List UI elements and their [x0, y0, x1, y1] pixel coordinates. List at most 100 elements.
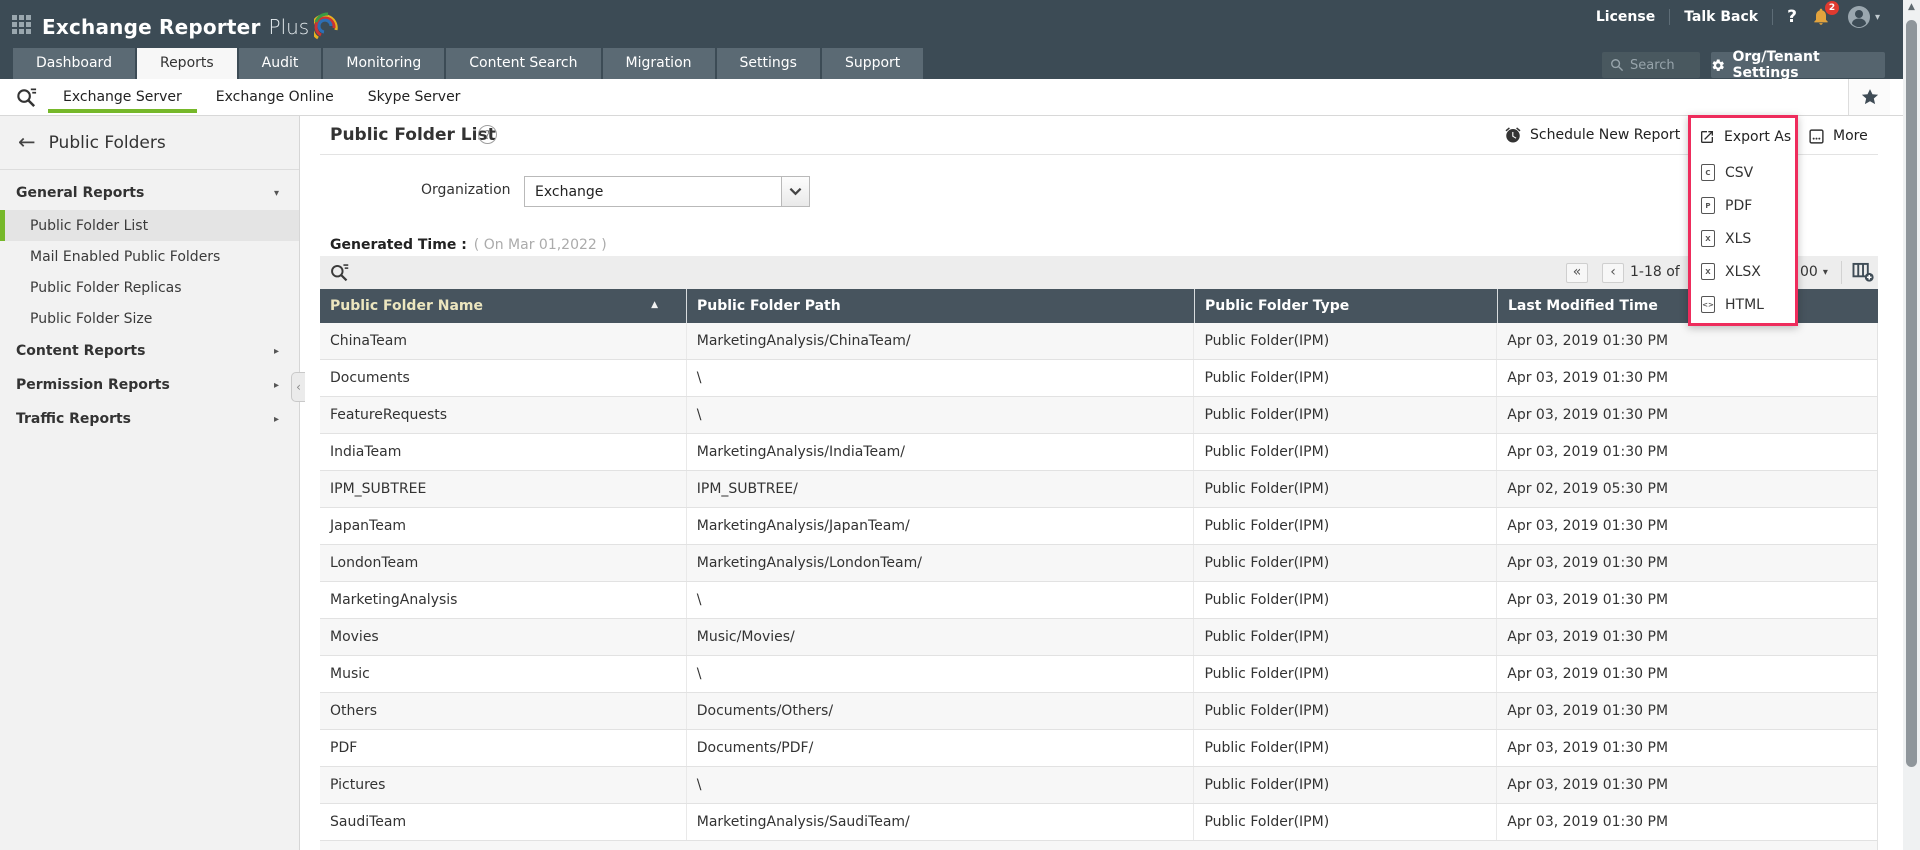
help-icon[interactable]: ?	[1787, 7, 1797, 27]
caret-right-icon: ▸	[273, 345, 279, 357]
star-icon	[1861, 89, 1878, 105]
export-option-html[interactable]: <> HTML	[1691, 288, 1795, 321]
export-option-csv[interactable]: C CSV	[1691, 156, 1795, 189]
sidebar-section-content-reports[interactable]: Content Reports ▸	[0, 334, 299, 368]
export-option-label: PDF	[1725, 197, 1753, 214]
table-cell: MarketingAnalysis/SaudiTeam/	[687, 804, 1195, 840]
table-cell: \	[687, 397, 1195, 433]
talkback-link[interactable]: Talk Back	[1684, 9, 1758, 25]
license-link[interactable]: License	[1596, 9, 1655, 25]
pagination-first-icon[interactable]: «	[1566, 263, 1588, 283]
scroll-up-icon[interactable]: ▲	[1903, 2, 1920, 12]
generated-time: Generated Time : ( On Mar 01,2022 )	[330, 237, 607, 253]
org-tenant-settings-button[interactable]: Org/Tenant Settings	[1711, 49, 1885, 81]
sidebar-section-permission-reports[interactable]: Permission Reports ▸	[0, 368, 299, 402]
add-column-icon[interactable]	[1852, 262, 1875, 283]
grid-header: Public Folder Name ▲ Public Folder Path Pub…	[320, 289, 1878, 323]
subnav-tab-skype-server[interactable]: Skype Server	[351, 79, 478, 115]
export-option-pdf[interactable]: P PDF	[1691, 189, 1795, 222]
table-cell: LondonTeam	[320, 545, 687, 581]
table-row: Pictures \ Public Folder(IPM) Apr 03, 2019 …	[320, 767, 1877, 804]
table-cell: Apr 03, 2019 01:30 PM	[1507, 518, 1669, 534]
more-button[interactable]: More	[1808, 126, 1868, 146]
table-cell: Pictures	[320, 767, 687, 803]
table-row: FeatureRequests \ Public Folder(IPM) Apr 03…	[320, 397, 1877, 434]
table-cell: IPM_SUBTREE/	[687, 471, 1195, 507]
export-as-button[interactable]: Export As	[1691, 118, 1795, 156]
pdf-file-icon: P	[1701, 197, 1715, 214]
export-option-xls[interactable]: X XLS	[1691, 222, 1795, 255]
global-search[interactable]	[1602, 52, 1700, 78]
sidebar-item-public-folder-replicas[interactable]: Public Folder Replicas	[0, 272, 299, 303]
caret-right-icon: ▸	[273, 413, 279, 425]
search-input[interactable]	[1630, 57, 1690, 73]
sidebar-collapse-handle[interactable]: ‹	[291, 372, 305, 402]
table-row: PDF Documents/PDF/Public Folder(IPM) Apr 0…	[320, 730, 1877, 767]
table-cell: Apr 03, 2019 01:30 PM	[1507, 703, 1669, 719]
table-cell: \	[687, 656, 1195, 692]
scrollbar-thumb[interactable]	[1906, 20, 1917, 767]
report-search-icon[interactable]	[15, 86, 38, 109]
table-cell: Movies	[320, 619, 687, 655]
sidebar-section-traffic-reports[interactable]: Traffic Reports ▸	[0, 402, 299, 436]
table-cell: Public Folder(IPM)	[1194, 582, 1498, 618]
tab-audit[interactable]: Audit	[238, 48, 322, 79]
sidebar-section-general-reports[interactable]: General Reports ▾	[0, 176, 299, 210]
organization-select[interactable]: Exchange	[524, 176, 810, 207]
export-icon	[1701, 131, 1713, 143]
back-arrow-icon[interactable]: ←	[18, 132, 36, 153]
user-menu[interactable]: ▾	[1847, 5, 1880, 29]
table-cell: MarketingAnalysis/LondonTeam/	[687, 545, 1195, 581]
more-label: More	[1833, 128, 1868, 144]
sidebar-item-public-folder-list[interactable]: Public Folder List	[0, 210, 299, 241]
favorite-report-button[interactable]	[1848, 79, 1890, 115]
column-header-public-folder-path[interactable]: Public Folder Path	[687, 289, 1195, 323]
table-cell: Public Folder(IPM)	[1194, 730, 1498, 766]
export-menu: Export As C CSV P PDF X XLS X XLSX <> HTML	[1688, 115, 1798, 326]
export-option-xlsx[interactable]: X XLSX	[1691, 255, 1795, 288]
column-header-public-folder-name[interactable]: Public Folder Name ▲	[320, 289, 687, 323]
chevron-down-icon: ▾	[1822, 266, 1828, 278]
vertical-scrollbar: ▲	[1903, 0, 1920, 850]
tab-migration[interactable]: Migration	[602, 48, 715, 79]
topbar: Exchange Reporter Plus License Talk Back…	[0, 0, 1920, 48]
column-header-public-folder-type[interactable]: Public Folder Type	[1195, 289, 1498, 323]
table-cell: Public Folder(IPM)	[1194, 804, 1498, 840]
page-size-dropdown[interactable]: 00 ▾	[1800, 264, 1828, 280]
organization-label: Organization	[421, 182, 511, 198]
logo-swoosh-icon	[314, 12, 338, 40]
pagination-prev-icon[interactable]: ‹	[1602, 263, 1624, 283]
table-search-icon[interactable]	[329, 262, 350, 283]
table-cell: Public Folder(IPM)	[1194, 656, 1498, 692]
table-cell: MarketingAnalysis/JapanTeam/	[687, 508, 1195, 544]
table-cell: Public Folder(IPM)	[1194, 619, 1498, 655]
table-cell: Documents/PDF/	[687, 730, 1195, 766]
app-logo: Exchange Reporter Plus	[42, 12, 340, 42]
app-title: Exchange Reporter	[42, 15, 261, 39]
tab-dashboard[interactable]: Dashboard	[13, 48, 135, 79]
schedule-new-report-button[interactable]: Schedule New Report	[1504, 125, 1680, 145]
table-toolbar: « ‹ 1-18 of 00 ▾	[320, 256, 1878, 289]
tab-reports[interactable]: Reports	[136, 48, 237, 79]
report-help-icon[interactable]: ?	[478, 125, 497, 144]
xlsx-file-icon: X	[1701, 263, 1715, 280]
table-row: JapanTeam MarketingAnalysis/JapanTeam/Pub…	[320, 508, 1877, 545]
org-settings-label: Org/Tenant Settings	[1732, 49, 1820, 81]
caret-down-icon: ▾	[273, 187, 279, 199]
table-cell: MarketingAnalysis/ChinaTeam/	[687, 323, 1195, 359]
tab-settings[interactable]: Settings	[716, 48, 820, 79]
sidebar-item-mail-enabled-public-folders[interactable]: Mail Enabled Public Folders	[0, 241, 299, 272]
tab-content-search[interactable]: Content Search	[446, 48, 601, 79]
subnav-tab-exchange-server[interactable]: Exchange Server	[46, 79, 199, 115]
notifications-bell-icon[interactable]: 2	[1811, 1, 1839, 28]
apps-grid-icon[interactable]	[12, 15, 32, 34]
sidebar-item-public-folder-size[interactable]: Public Folder Size	[0, 303, 299, 334]
subnav-tab-exchange-online[interactable]: Exchange Online	[199, 79, 351, 115]
tab-support[interactable]: Support	[821, 48, 924, 79]
export-option-label: XLSX	[1725, 263, 1761, 280]
organization-value: Exchange	[535, 183, 604, 200]
column-header-label: Public Folder Type	[1205, 298, 1350, 314]
export-option-label: CSV	[1725, 164, 1754, 181]
sidebar-title: Public Folders	[48, 132, 166, 153]
tab-monitoring[interactable]: Monitoring	[323, 48, 445, 79]
